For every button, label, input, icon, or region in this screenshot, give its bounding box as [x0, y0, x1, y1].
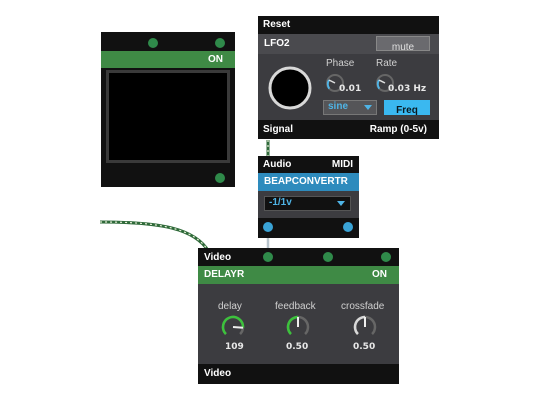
knob-pointer	[232, 326, 244, 329]
mute-label: mute	[391, 42, 415, 53]
mute-button[interactable]: mute	[376, 36, 430, 53]
lfo-body: Phase 0.01 Rate 0.03 Hz sine Freq	[258, 54, 439, 120]
converter-outlet-1[interactable]	[263, 222, 273, 232]
delay-knob-value: 109	[225, 342, 244, 352]
lfo-title: LFO2	[264, 38, 290, 49]
video-outlet-label[interactable]: Video	[204, 368, 231, 379]
delay-inlet-2[interactable]	[263, 252, 273, 262]
reset-inlet-label[interactable]: Reset	[263, 19, 290, 30]
lfo-waveform-dial[interactable]	[266, 64, 314, 112]
knob-level-arc	[221, 315, 245, 335]
feedback-knob[interactable]	[285, 314, 311, 340]
waveform-dropdown[interactable]: sine	[323, 100, 377, 115]
delay-knob-label: delay	[218, 301, 242, 312]
lfo-header: LFO2 mute	[258, 34, 439, 54]
crossfade-knob-value: 0.50	[353, 342, 376, 352]
delay-inlet-3[interactable]	[323, 252, 333, 262]
scope-inlet-2[interactable]	[215, 38, 225, 48]
delay-inlet-4[interactable]	[381, 252, 391, 262]
delay-body: delay 109 feedback 0.50 crossfade 0.50	[198, 284, 399, 364]
scope-display-frame	[106, 70, 230, 163]
feedback-knob-value: 0.50	[286, 342, 309, 352]
signal-outlet-label[interactable]: Signal	[263, 124, 293, 135]
delay-knob[interactable]	[220, 314, 246, 340]
feedback-knob-label: feedback	[275, 301, 316, 312]
ramp-outlet-label[interactable]: Ramp (0-5v)	[370, 124, 427, 135]
freq-button[interactable]: Freq	[384, 100, 430, 116]
scope-display	[109, 73, 227, 160]
rate-label: Rate	[376, 58, 398, 69]
mode-value: -1/1v	[269, 197, 292, 208]
delay-title: DELAYR	[204, 269, 245, 280]
scope-on-toggle[interactable]: ON	[208, 54, 223, 65]
rate-value: 0.03 Hz	[388, 84, 427, 94]
video-inlet-label[interactable]: Video	[204, 252, 231, 263]
scope-module: ON	[101, 32, 235, 187]
knob-level-arc	[286, 315, 299, 335]
mode-dropdown[interactable]: -1/1v	[264, 196, 351, 211]
delay-module: Video DELAYR ON delay 109 feedback 0.50 …	[198, 248, 399, 384]
knob-level-arc	[353, 315, 366, 335]
delay-on-toggle[interactable]: ON	[372, 269, 387, 280]
phase-value: 0.01	[339, 84, 362, 94]
converter-title: BEAPCONVERTR	[264, 176, 348, 187]
lfo-module: Reset LFO2 mute Phase 0.01 Rate 0.03 Hz …	[258, 16, 439, 139]
freq-label: Freq	[396, 105, 418, 116]
scope-inlet-1[interactable]	[148, 38, 158, 48]
converter-body: -1/1v	[258, 191, 359, 218]
scope-header-bar: ON	[101, 51, 235, 68]
scope-outlet[interactable]	[215, 173, 225, 183]
crossfade-knob-label: crossfade	[341, 301, 385, 312]
audio-inlet-label[interactable]: Audio	[263, 159, 291, 170]
chevron-down-icon	[337, 201, 345, 206]
midi-inlet-label[interactable]: MIDI	[332, 159, 353, 170]
chevron-down-icon	[364, 105, 372, 110]
converter-module: Audio MIDI BEAPCONVERTR -1/1v	[258, 156, 359, 238]
converter-header: BEAPCONVERTR	[258, 173, 359, 191]
video-patch-cord	[99, 220, 211, 253]
waveform-value: sine	[328, 101, 349, 112]
phase-label: Phase	[326, 58, 355, 69]
delay-header: DELAYR ON	[198, 266, 399, 284]
converter-outlet-2[interactable]	[343, 222, 353, 232]
crossfade-knob[interactable]	[352, 314, 378, 340]
